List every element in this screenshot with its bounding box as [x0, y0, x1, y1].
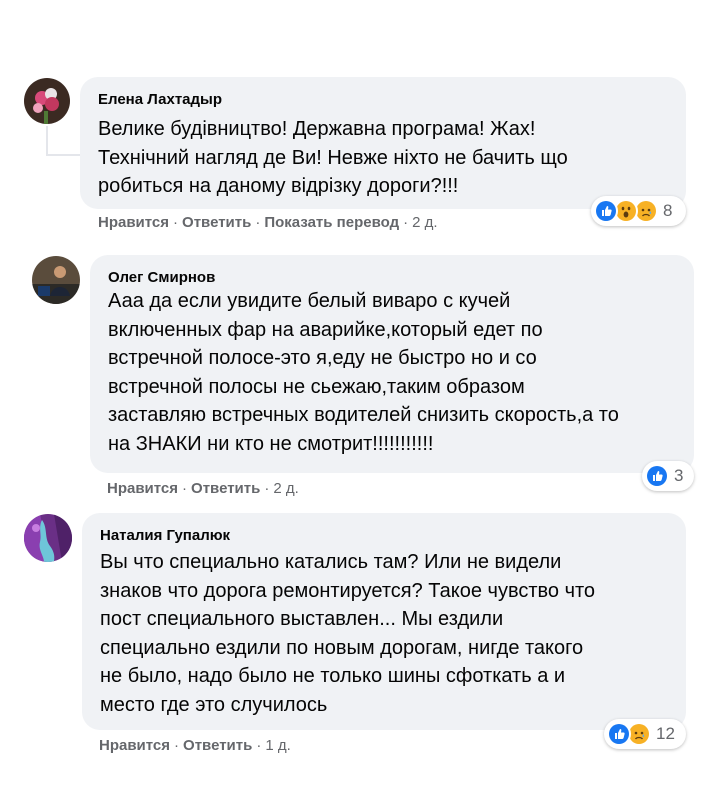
comment-author[interactable]: Наталия Гупалюк	[100, 527, 230, 544]
reaction-count: 8	[663, 201, 673, 220]
avatar[interactable]	[24, 514, 72, 562]
avatar-image	[32, 256, 80, 304]
comment-bubble: Олег Смирнов Ааа да если увидите белый в…	[90, 255, 694, 473]
comment-timestamp[interactable]: 2 д.	[412, 214, 437, 231]
separator-dot: ·	[174, 737, 180, 754]
reaction-summary[interactable]: 12	[604, 719, 686, 749]
comment-bubble: Наталия Гупалюк Вы что специально катали…	[82, 513, 686, 730]
reaction-count: 3	[674, 466, 684, 485]
reaction-count: 12	[656, 724, 675, 743]
avatar-image	[24, 514, 72, 562]
separator-dot: ·	[403, 214, 409, 231]
comment-author[interactable]: Олег Смирнов	[108, 269, 215, 286]
comment-timestamp[interactable]: 1 д.	[265, 737, 290, 754]
thread-line	[46, 154, 82, 156]
thread-line	[46, 126, 48, 154]
like-icon	[645, 464, 669, 488]
comment-text: Велике будівництво! Державна програма! Ж…	[98, 118, 568, 197]
show-translation-button[interactable]: Показать перевод	[264, 214, 399, 231]
comment-text: Вы что специально катались там? Или не в…	[100, 551, 596, 716]
reaction-summary[interactable]: 3	[642, 461, 694, 491]
reply-button[interactable]: Ответить	[191, 480, 260, 497]
separator-dot: ·	[173, 214, 179, 231]
like-button[interactable]: Нравится	[98, 214, 169, 231]
separator-dot: ·	[256, 737, 262, 754]
like-button[interactable]: Нравится	[107, 480, 178, 497]
comment-author[interactable]: Елена Лахтадыр	[98, 91, 222, 108]
comment-actions: Нравится · Ответить · Показать перевод · 2 д.	[98, 214, 438, 231]
avatar-image	[24, 78, 70, 124]
reply-button[interactable]: Ответить	[183, 737, 252, 754]
reaction-summary[interactable]: 8	[591, 196, 686, 226]
avatar[interactable]	[24, 78, 70, 124]
reply-button[interactable]: Ответить	[182, 214, 251, 231]
like-icon	[594, 199, 618, 223]
avatar[interactable]	[32, 256, 80, 304]
separator-dot: ·	[182, 480, 188, 497]
like-button[interactable]: Нравится	[99, 737, 170, 754]
like-icon	[607, 722, 631, 746]
separator-dot: ·	[264, 480, 270, 497]
comment-bubble: Елена Лахтадыр Велике будівництво! Держа…	[80, 77, 686, 209]
comment-timestamp[interactable]: 2 д.	[273, 480, 298, 497]
separator-dot: ·	[255, 214, 261, 231]
comment-actions: Нравится · Ответить · 1 д.	[99, 737, 291, 754]
comment-actions: Нравится · Ответить · 2 д.	[107, 480, 299, 497]
comment-text: Ааа да если увидите белый виваро с кучей…	[108, 290, 619, 455]
